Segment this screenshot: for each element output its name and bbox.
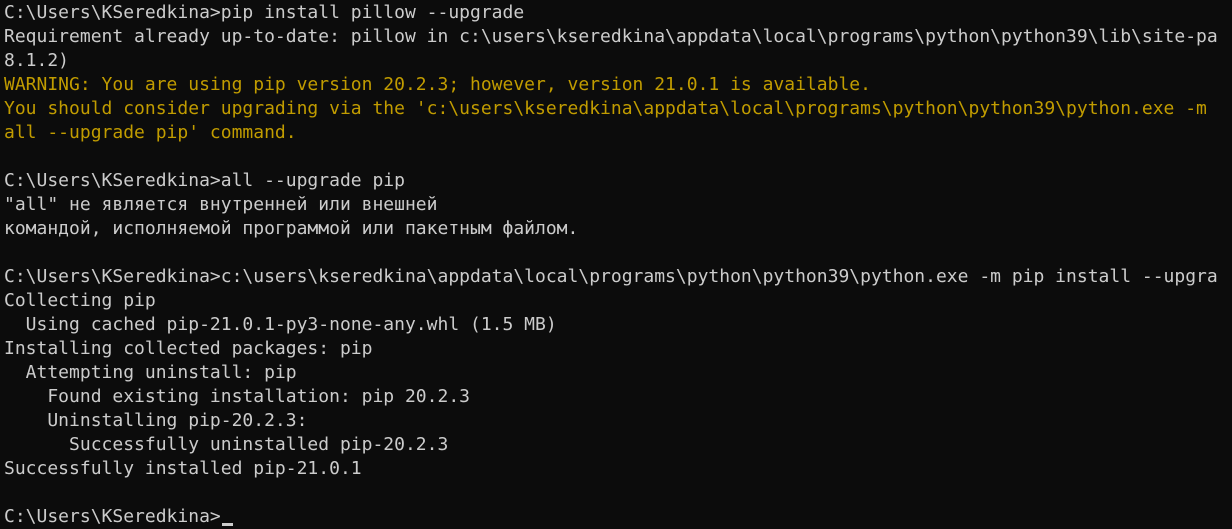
terminal-line-output: командой, исполняемой программой или пак… bbox=[4, 218, 579, 239]
terminal-window[interactable]: C:\Users\KSeredkina>pip install pillow -… bbox=[0, 0, 1232, 529]
terminal-line-output: Uninstalling pip-20.2.3: bbox=[4, 410, 308, 431]
terminal-line-warning: all --upgrade pip' command. bbox=[4, 122, 297, 143]
terminal-line-command: C:\Users\KSeredkina>all --upgrade pip bbox=[4, 170, 405, 191]
terminal-line-output: Requirement already up-to-date: pillow i… bbox=[4, 26, 1218, 47]
text-cursor bbox=[221, 523, 233, 526]
terminal-prompt[interactable]: C:\Users\KSeredkina> bbox=[4, 506, 221, 527]
terminal-line-output: Collecting pip bbox=[4, 290, 156, 311]
terminal-line-output: "all" не является внутренней или внешней bbox=[4, 194, 438, 215]
terminal-line-output: Installing collected packages: pip bbox=[4, 338, 373, 359]
terminal-line-output: Attempting uninstall: pip bbox=[4, 362, 297, 383]
terminal-output: C:\Users\KSeredkina>pip install pillow -… bbox=[4, 1, 1232, 529]
terminal-line-command: C:\Users\KSeredkina>pip install pillow -… bbox=[4, 2, 525, 23]
terminal-prompt-line[interactable]: C:\Users\KSeredkina> bbox=[4, 505, 1232, 529]
terminal-line-warning: You should consider upgrading via the 'c… bbox=[4, 98, 1207, 119]
terminal-line-command: C:\Users\KSeredkina>c:\users\kseredkina\… bbox=[4, 266, 1218, 287]
terminal-line-output: Found existing installation: pip 20.2.3 bbox=[4, 386, 470, 407]
terminal-line-output: 8.1.2) bbox=[4, 50, 70, 71]
terminal-line-output: Successfully uninstalled pip-20.2.3 bbox=[4, 434, 449, 455]
terminal-line-output: Using cached pip-21.0.1-py3-none-any.whl… bbox=[4, 314, 557, 335]
terminal-line-warning: WARNING: You are using pip version 20.2.… bbox=[4, 74, 871, 95]
terminal-line-output: Successfully installed pip-21.0.1 bbox=[4, 458, 362, 479]
